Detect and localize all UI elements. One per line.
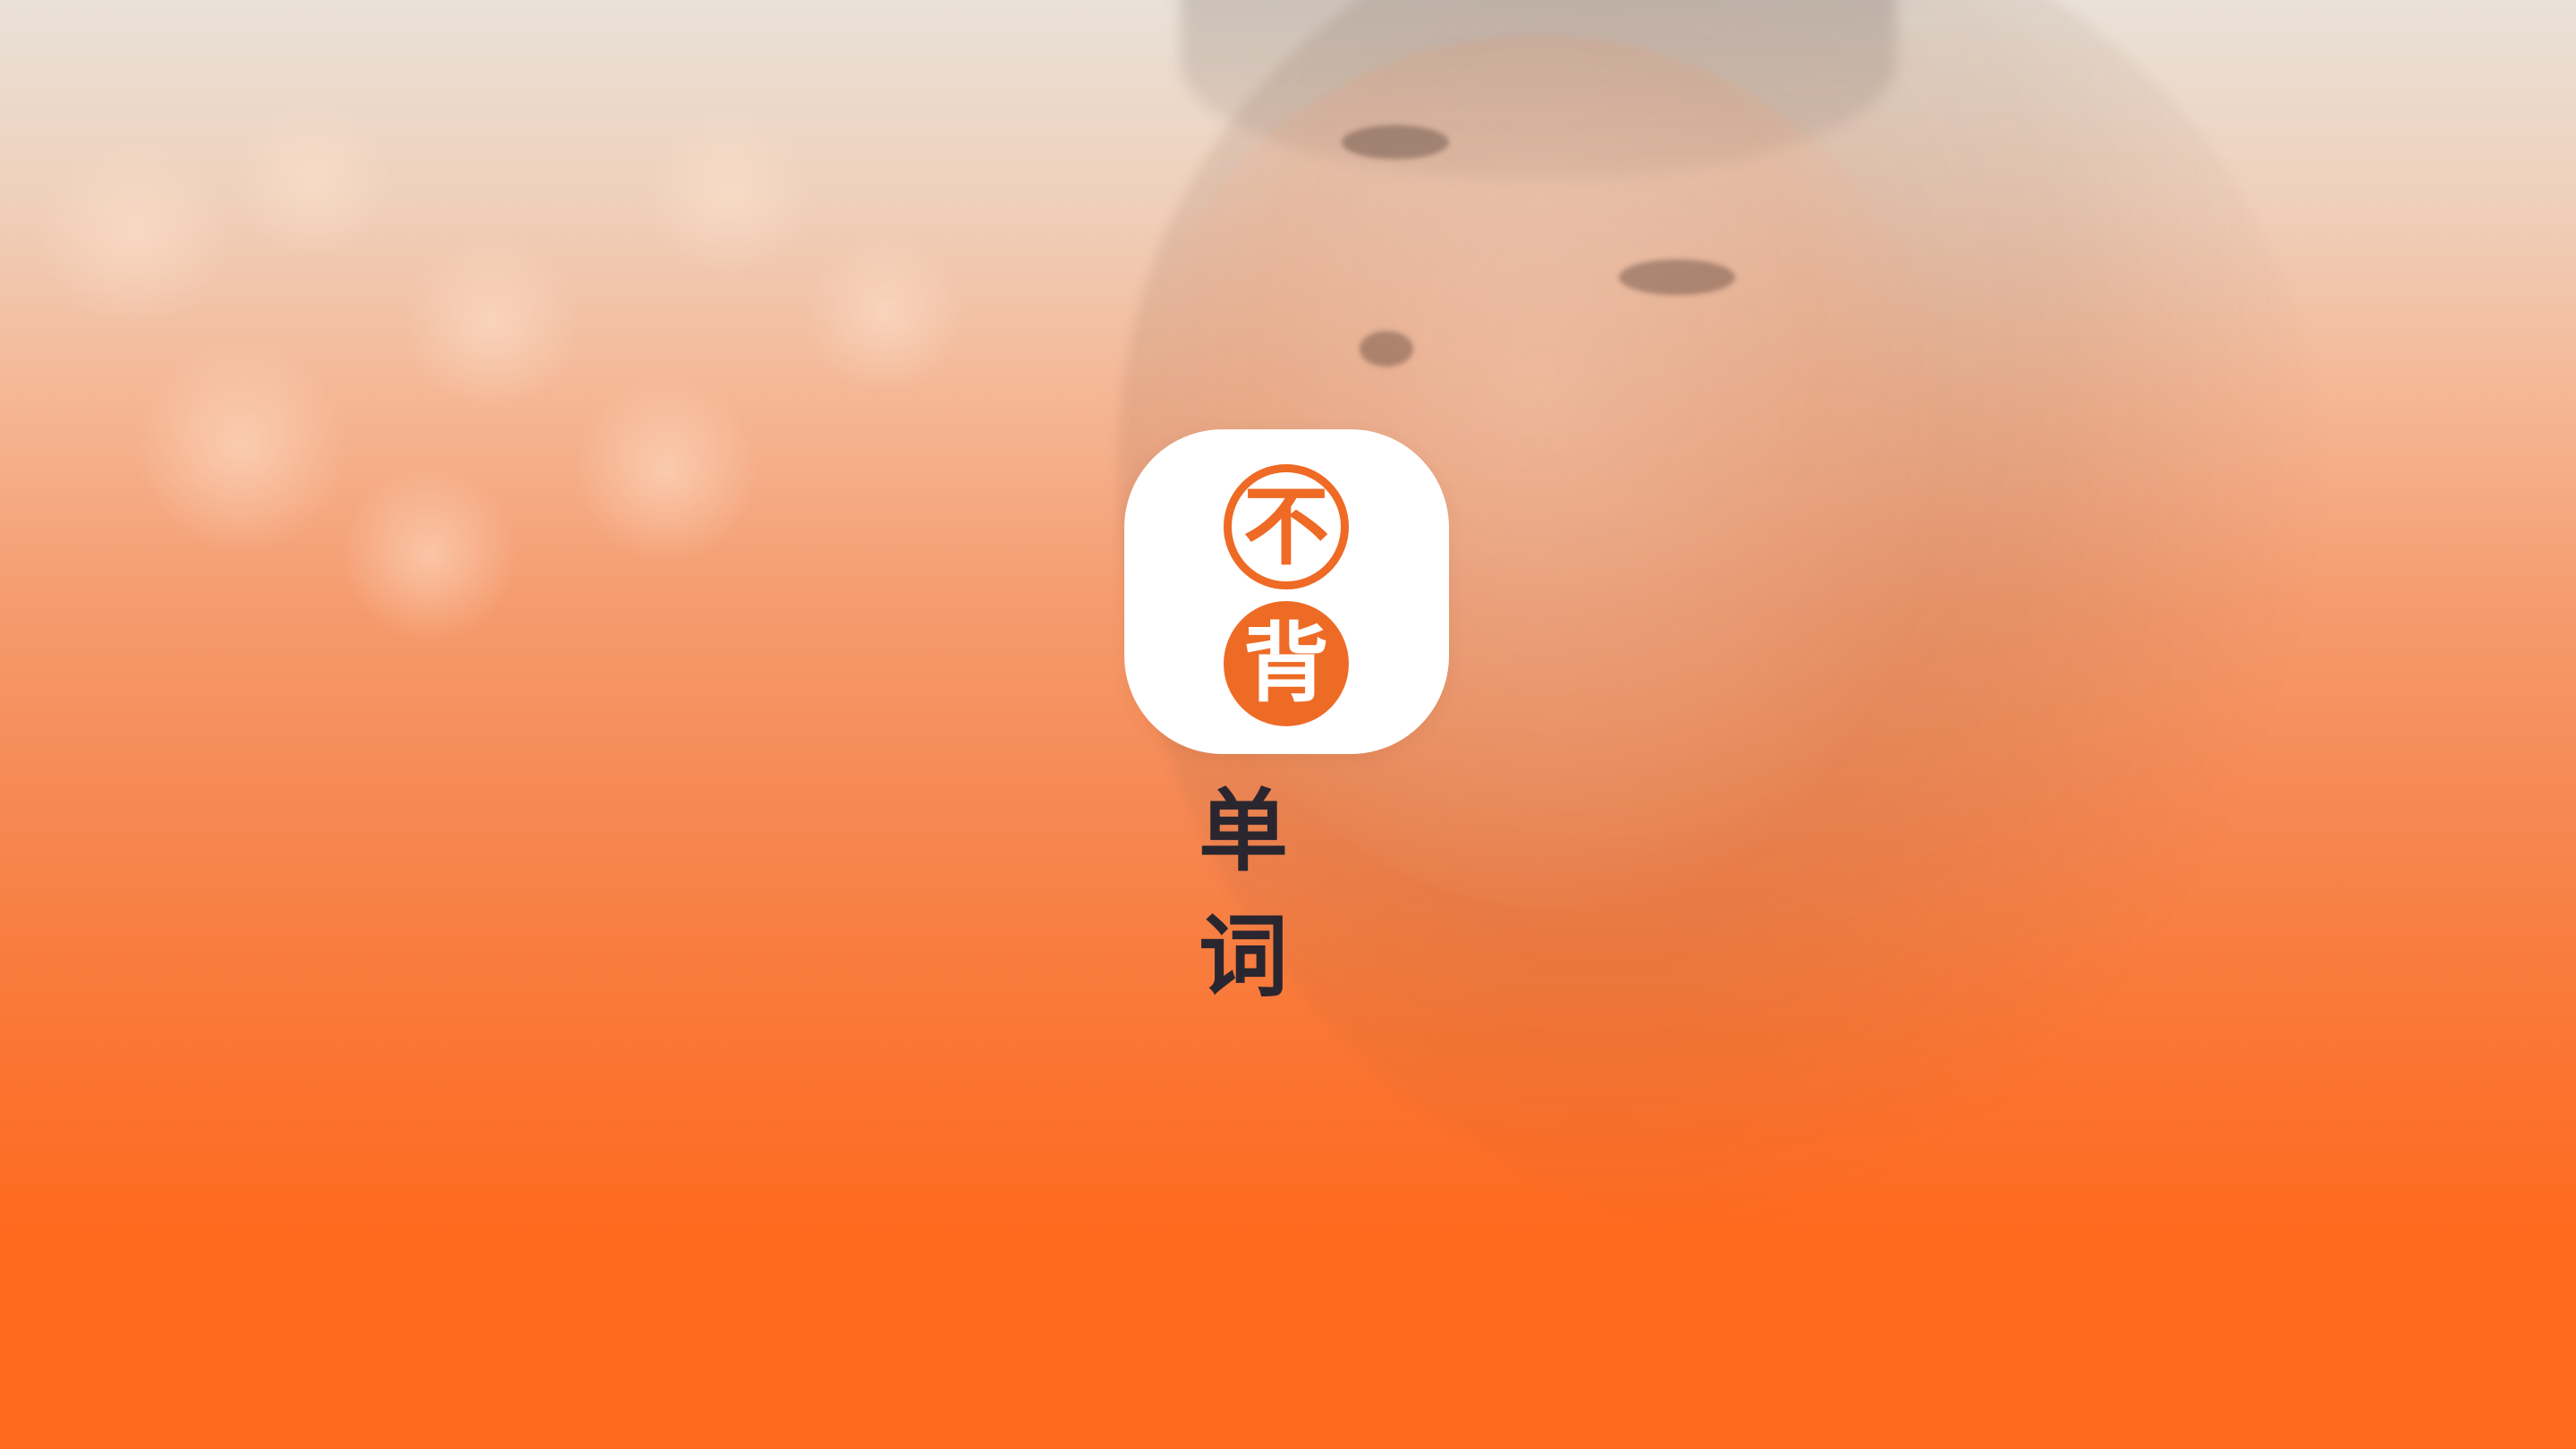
splash-screen: 不 背 单 词 [0, 0, 2576, 1449]
logo-badge-outline: 不 [1224, 464, 1349, 589]
logo-char-top: 不 [1243, 477, 1329, 577]
app-logo: 不 背 [1124, 429, 1449, 754]
logo-badge-filled: 背 [1224, 601, 1349, 726]
logo-char-bottom: 背 [1243, 614, 1329, 714]
app-title: 单 词 [1199, 787, 1288, 1038]
app-title-char-2: 词 [1199, 904, 1288, 1009]
app-title-char-1: 单 [1199, 779, 1288, 884]
